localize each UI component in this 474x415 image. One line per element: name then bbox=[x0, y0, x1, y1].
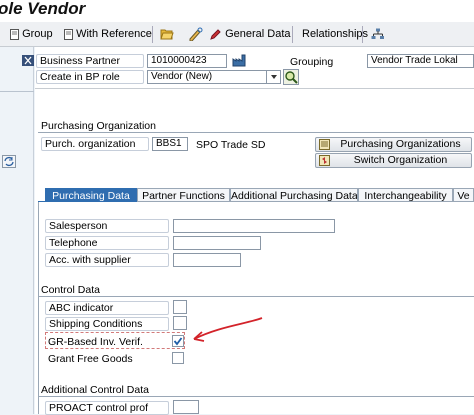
chevron-down-icon bbox=[271, 75, 277, 79]
additional-control-data-section-title: Additional Control Data bbox=[38, 384, 474, 397]
purchasing-organizations-label: Purchasing Organizations bbox=[340, 138, 461, 150]
proact-control-field[interactable] bbox=[173, 400, 199, 414]
tab-additional-purchasing-data[interactable]: Additional Purchasing Data bbox=[230, 188, 358, 202]
salesperson-label: Salesperson bbox=[45, 219, 169, 233]
toolbar-separator bbox=[292, 26, 293, 43]
relationships-label: Relationships bbox=[302, 28, 369, 40]
close-icon bbox=[24, 56, 32, 65]
annotation-arrow bbox=[193, 317, 263, 342]
checkmark-icon bbox=[173, 337, 183, 346]
general-data-label: General Data bbox=[225, 28, 291, 40]
telephone-label: Telephone bbox=[45, 236, 169, 250]
switch-organization-button[interactable]: Switch Organization bbox=[315, 153, 472, 168]
search-button[interactable] bbox=[283, 69, 299, 85]
acc-with-supplier-label: Acc. with supplier bbox=[45, 253, 169, 267]
hierarchy-icon bbox=[371, 28, 384, 39]
switch-organization-label: Switch Organization bbox=[353, 154, 448, 166]
edit-display-button[interactable] bbox=[188, 26, 204, 43]
acc-with-supplier-field[interactable] bbox=[173, 253, 241, 267]
document-icon bbox=[64, 28, 73, 40]
collapse-button[interactable] bbox=[22, 55, 34, 66]
relationships-button[interactable]: Relationships bbox=[302, 26, 368, 43]
abc-indicator-label: ABC indicator bbox=[45, 301, 169, 315]
grant-free-goods-label: Grant Free Goods bbox=[48, 353, 133, 365]
search-icon bbox=[285, 71, 298, 84]
grouping-field[interactable]: Vendor Trade Lokal bbox=[367, 54, 474, 68]
group-label: Group bbox=[22, 28, 53, 40]
shipping-conditions-label: Shipping Conditions bbox=[45, 317, 169, 331]
purchasing-organization-section-title: Purchasing Organization bbox=[38, 120, 474, 133]
edit-icon bbox=[210, 29, 221, 40]
proact-control-label: PROACT control prof bbox=[45, 401, 169, 415]
open-folder-button[interactable] bbox=[160, 26, 174, 43]
grouping-label: Grouping bbox=[290, 56, 334, 68]
control-data-section-title: Control Data bbox=[38, 284, 474, 297]
refresh-icon bbox=[4, 156, 14, 167]
business-partner-label: Business Partner bbox=[36, 54, 144, 68]
salesperson-field[interactable] bbox=[173, 219, 335, 233]
group-button[interactable]: Group bbox=[10, 26, 53, 43]
toolbar-separator bbox=[152, 26, 153, 43]
with-reference-button[interactable]: With Reference bbox=[64, 26, 152, 43]
purch-org-label: Purch. organization bbox=[41, 137, 149, 151]
general-data-button[interactable]: General Data bbox=[210, 26, 291, 43]
bp-role-label: Create in BP role bbox=[36, 70, 144, 84]
title-bar: ole Vendor bbox=[0, 0, 474, 22]
purchasing-organizations-button[interactable]: Purchasing Organizations bbox=[315, 137, 472, 152]
dropdown-arrow[interactable] bbox=[266, 71, 280, 83]
refresh-button[interactable] bbox=[2, 155, 16, 168]
gr-based-inv-verif-label: GR-Based Inv. Verif. bbox=[48, 336, 143, 348]
document-icon bbox=[10, 28, 19, 40]
hierarchy-button[interactable] bbox=[371, 26, 385, 43]
tab-purchasing-data[interactable]: Purchasing Data bbox=[45, 188, 137, 202]
telephone-field[interactable] bbox=[173, 236, 261, 250]
abc-indicator-field[interactable] bbox=[173, 300, 187, 314]
bp-role-value: Vendor (New) bbox=[151, 71, 213, 82]
window-title: ole Vendor bbox=[0, 0, 86, 18]
bp-role-select[interactable]: Vendor (New) bbox=[147, 70, 281, 84]
purch-org-name: SPO Trade SD bbox=[196, 139, 266, 151]
grant-free-goods-checkbox[interactable] bbox=[172, 352, 184, 364]
purch-org-code-field[interactable]: BBS1 bbox=[152, 137, 188, 151]
tab-interchangeability[interactable]: Interchangeability bbox=[358, 188, 453, 202]
business-partner-field[interactable]: 1010000423 bbox=[147, 54, 227, 68]
with-reference-label: With Reference bbox=[76, 28, 152, 40]
gr-based-inv-verif-checkbox[interactable] bbox=[172, 335, 184, 347]
factory-icon bbox=[232, 54, 246, 67]
tab-partner-functions[interactable]: Partner Functions bbox=[137, 188, 230, 202]
switch-icon bbox=[319, 155, 330, 166]
shipping-conditions-field[interactable] bbox=[173, 316, 187, 330]
toolbar-separator bbox=[362, 26, 363, 43]
toolbar: Group With Reference General Data Relati… bbox=[0, 22, 474, 47]
list-icon bbox=[319, 139, 330, 150]
panel-divider bbox=[0, 91, 34, 92]
tab-more[interactable]: Ve bbox=[453, 188, 474, 202]
header-divider bbox=[35, 88, 474, 89]
left-panel bbox=[0, 47, 34, 414]
folder-open-icon bbox=[160, 29, 174, 40]
pencil-glasses-icon bbox=[189, 27, 203, 42]
